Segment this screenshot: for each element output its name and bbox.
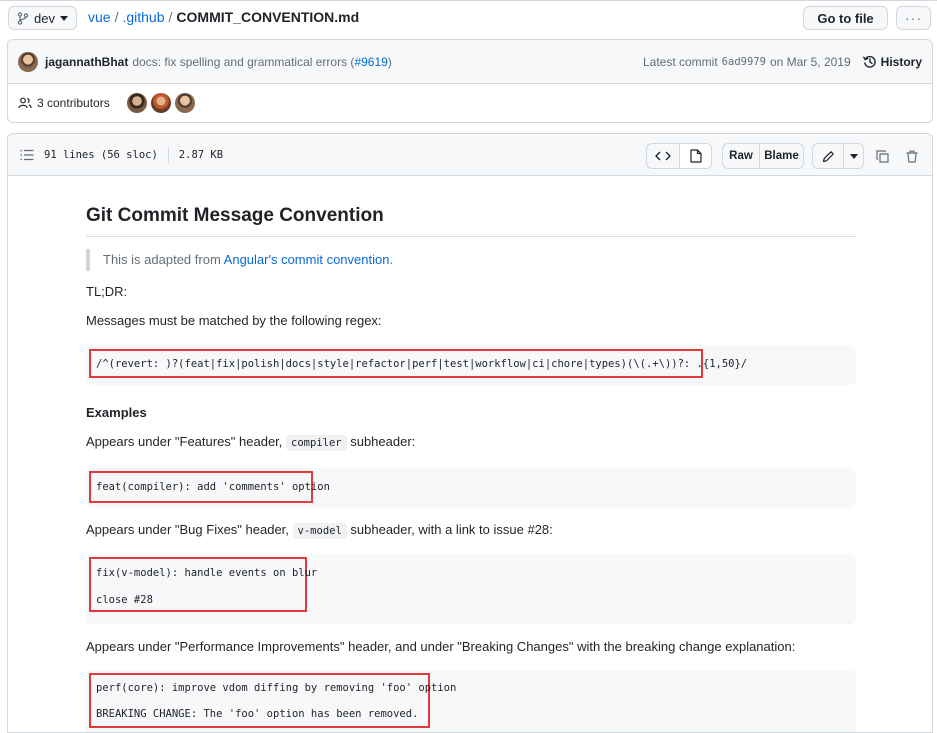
quote-suffix: .	[389, 252, 394, 267]
breadcrumb-separator: /	[168, 9, 173, 25]
markdown-body: Git Commit Message Convention This is ad…	[86, 204, 856, 732]
history-icon	[862, 55, 876, 68]
breadcrumb-folder-link[interactable]: .github	[122, 9, 164, 25]
kebab-horizontal-icon: ···	[905, 10, 922, 26]
example1-text-after: subheader:	[346, 434, 416, 449]
breadcrumb-separator: /	[114, 9, 119, 25]
file-meta-divider	[167, 147, 169, 163]
example2-text: Appears under "Bug Fixes" header, v-mode…	[86, 520, 856, 541]
latest-commit-label: Latest commit	[642, 55, 718, 69]
copy-icon	[875, 149, 889, 163]
file-lines: 91 lines (56 sloc)	[44, 149, 158, 161]
example1-text-before: Appears under "Features" header,	[86, 434, 287, 449]
blame-button[interactable]: Blame	[759, 144, 803, 168]
commit-info: Latest commit 6ad9979 on Mar 5, 2019 His…	[643, 40, 922, 84]
branch-selector[interactable]: dev	[8, 6, 77, 30]
file-header: 91 lines (56 sloc) 2.87 KB Raw Blame	[8, 134, 932, 176]
delete-button[interactable]	[900, 144, 924, 168]
regex-code: /^(revert: )?(feat|fix|polish|docs|style…	[96, 358, 748, 370]
example2-code-line: fix(v-model): handle events on blur	[96, 567, 318, 579]
contributors-row: 3 contributors	[8, 84, 932, 122]
latest-commit-box: jagannathBhat docs: fix spelling and gra…	[7, 39, 933, 123]
branch-name: dev	[34, 10, 55, 26]
more-options-button[interactable]: ···	[896, 6, 931, 30]
example3-code-line: perf(core): improve vdom diffing by remo…	[96, 682, 457, 694]
examples-heading: Examples	[86, 405, 147, 420]
go-to-file-button[interactable]: Go to file	[803, 6, 888, 30]
file-nav-bar: dev vue / .github / COMMIT_CONVENTION.md Go …	[0, 0, 937, 34]
caret-down-icon	[59, 15, 68, 21]
raw-blame-group: Raw Blame	[722, 143, 804, 169]
commit-author-link[interactable]: jagannathBhat	[45, 55, 128, 69]
edit-button[interactable]	[813, 144, 843, 168]
contributors-link[interactable]: 3 contributors	[37, 96, 110, 110]
copy-button[interactable]	[870, 144, 894, 168]
example1-inline-code: compiler	[286, 435, 347, 451]
breadcrumb: vue / .github / COMMIT_CONVENTION.md	[88, 9, 359, 25]
quote-prefix: This is adapted from	[103, 252, 224, 267]
raw-button[interactable]: Raw	[723, 144, 759, 168]
example2-text-before: Appears under "Bug Fixes" header,	[86, 522, 293, 537]
commit-date: on Mar 5, 2019	[769, 55, 851, 69]
example3-code-line: BREAKING CHANGE: The 'foo' option has be…	[96, 708, 419, 720]
regex-intro: Messages must be matched by the followin…	[86, 313, 382, 328]
file-icon	[689, 149, 702, 163]
commit-message-end: )	[387, 54, 392, 69]
breadcrumb-repo-link[interactable]: vue	[88, 9, 111, 25]
example1-text: Appears under "Features" header, compile…	[86, 432, 856, 453]
code-icon	[655, 151, 671, 161]
history-link[interactable]: History	[862, 55, 922, 69]
outline-list-icon[interactable]	[20, 149, 34, 161]
code-view-button[interactable]	[647, 144, 679, 168]
caret-down-icon	[849, 153, 858, 159]
avatar[interactable]	[150, 93, 171, 113]
avatar[interactable]	[18, 51, 38, 72]
regex-code-block: /^(revert: )?(feat|fix|polish|docs|style…	[86, 345, 856, 385]
trash-icon	[906, 150, 918, 163]
commit-message[interactable]: docs: fix spelling and grammatical error…	[132, 55, 391, 69]
doc-title: Git Commit Message Convention	[86, 204, 856, 237]
latest-commit-row: jagannathBhat docs: fix spelling and gra…	[8, 40, 932, 84]
example3-code-block: perf(core): improve vdom diffing by remo…	[86, 670, 856, 732]
example1-code-block: feat(compiler): add 'comments' option	[86, 468, 856, 508]
example2-text-after: subheader, with a link to issue #28:	[346, 522, 553, 537]
avatar[interactable]	[174, 93, 195, 113]
view-toggle	[646, 143, 712, 169]
example3-text: Appears under "Performance Improvements"…	[86, 639, 796, 654]
example2-inline-code: v-model	[292, 523, 347, 539]
file-size: 2.87 KB	[178, 149, 224, 161]
example1-code-line: feat(compiler): add 'comments' option	[96, 481, 330, 493]
commit-message-text: docs: fix spelling and grammatical error…	[132, 54, 355, 69]
doc-blockquote: This is adapted from Angular's commit co…	[86, 249, 856, 271]
tldr-text: TL;DR:	[86, 284, 128, 299]
commit-issue-link[interactable]: #9619	[354, 55, 387, 69]
branch-icon	[17, 11, 29, 25]
file-info: 91 lines (56 sloc) 2.87 KB	[20, 134, 223, 176]
pencil-icon	[822, 150, 834, 162]
contributor-avatars	[126, 93, 195, 113]
file-actions: Raw Blame	[646, 143, 924, 169]
history-label: History	[880, 55, 922, 69]
example2-code-line: close #28	[96, 594, 153, 606]
angular-convention-link[interactable]: Angular's commit convention	[224, 252, 390, 267]
example2-code-block: fix(v-model): handle events on blur clos…	[86, 554, 856, 624]
commit-sha-link[interactable]: 6ad9979	[722, 56, 766, 68]
people-icon	[18, 97, 32, 109]
edit-group	[812, 143, 864, 169]
file-viewer: 91 lines (56 sloc) 2.87 KB Raw Blame Git…	[7, 133, 933, 733]
edit-dropdown-button[interactable]	[843, 144, 863, 168]
avatar[interactable]	[126, 93, 147, 113]
preview-view-button[interactable]	[679, 144, 711, 168]
breadcrumb-current-file: COMMIT_CONVENTION.md	[176, 9, 360, 25]
